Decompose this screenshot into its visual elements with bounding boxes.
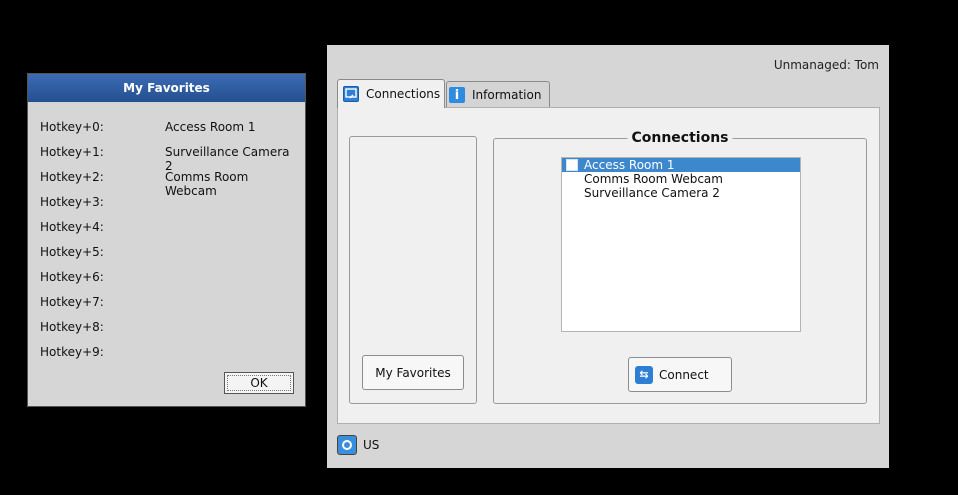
connect-button[interactable]: ⇆ Connect — [628, 357, 732, 392]
tab-information-label: Information — [472, 88, 542, 102]
hotkey-value: Comms Room Webcam — [165, 170, 249, 198]
connections-icon — [343, 86, 359, 102]
list-item-label: Surveillance Camera 2 — [584, 186, 720, 200]
list-item[interactable]: Comms Room Webcam — [562, 172, 800, 186]
list-item[interactable]: Access Room 1 — [562, 158, 800, 172]
hotkey-row: Hotkey+0: Access Room 1 — [40, 120, 300, 136]
hotkey-label: Hotkey+2: — [40, 170, 104, 184]
list-item-label: Comms Room Webcam — [584, 172, 723, 186]
hotkey-value: Access Room 1 — [165, 120, 256, 134]
checkbox-icon — [566, 159, 578, 171]
hotkey-value: Surveillance Camera 2 — [165, 145, 290, 173]
hotkey-row: Hotkey+3: — [40, 195, 300, 211]
dialog-titlebar[interactable]: My Favorites — [28, 74, 305, 102]
hotkey-row: Hotkey+9: — [40, 345, 300, 361]
connections-title: Connections — [627, 130, 733, 146]
hotkey-row: Hotkey+4: — [40, 220, 300, 236]
ok-button[interactable]: OK — [224, 372, 294, 394]
hotkey-label: Hotkey+7: — [40, 295, 104, 309]
hotkey-label: Hotkey+3: — [40, 195, 104, 209]
favorites-dialog: My Favorites Hotkey+0: Access Room 1 Hot… — [27, 73, 306, 407]
list-item-label: Access Room 1 — [584, 158, 675, 172]
keyboard-layout: US — [363, 438, 380, 452]
connections-list[interactable]: Access Room 1 Comms Room Webcam Surveill… — [561, 157, 801, 332]
main-window: Unmanaged: Tom Connections i Information… — [327, 45, 889, 468]
hotkey-label: Hotkey+9: — [40, 345, 104, 359]
my-favorites-button[interactable]: My Favorites — [362, 355, 464, 390]
connections-group: Connections Access Room 1 Comms Room Web… — [493, 130, 867, 404]
dialog-title: My Favorites — [123, 81, 210, 95]
hotkey-label: Hotkey+6: — [40, 270, 104, 284]
favorites-box: My Favorites — [349, 136, 477, 404]
status-bar: US — [337, 433, 379, 457]
hotkey-row: Hotkey+5: — [40, 245, 300, 261]
hotkey-row: Hotkey+1: Surveillance Camera 2 — [40, 145, 300, 173]
hotkey-label: Hotkey+8: — [40, 320, 104, 334]
hotkey-row: Hotkey+8: — [40, 320, 300, 336]
hotkey-row: Hotkey+6: — [40, 270, 300, 286]
hotkey-label: Hotkey+5: — [40, 245, 104, 259]
hotkey-label: Hotkey+0: — [40, 120, 104, 134]
tab-connections-label: Connections — [366, 87, 441, 101]
user-label: Unmanaged: Tom — [773, 58, 879, 72]
connections-panel: My Favorites Connections Access Room 1 C… — [337, 107, 880, 424]
hotkey-label: Hotkey+4: — [40, 220, 104, 234]
tab-information[interactable]: i Information — [446, 81, 550, 108]
connect-button-label: Connect — [659, 367, 709, 382]
connect-icon: ⇆ — [635, 365, 653, 384]
hotkey-row: Hotkey+2: Comms Room Webcam — [40, 170, 300, 198]
hotkey-label: Hotkey+1: — [40, 145, 104, 159]
tab-connections[interactable]: Connections — [337, 79, 445, 108]
list-item[interactable]: Surveillance Camera 2 — [562, 186, 800, 200]
hotkey-row: Hotkey+7: — [40, 295, 300, 311]
info-icon: i — [449, 87, 465, 103]
power-icon[interactable] — [337, 435, 357, 455]
